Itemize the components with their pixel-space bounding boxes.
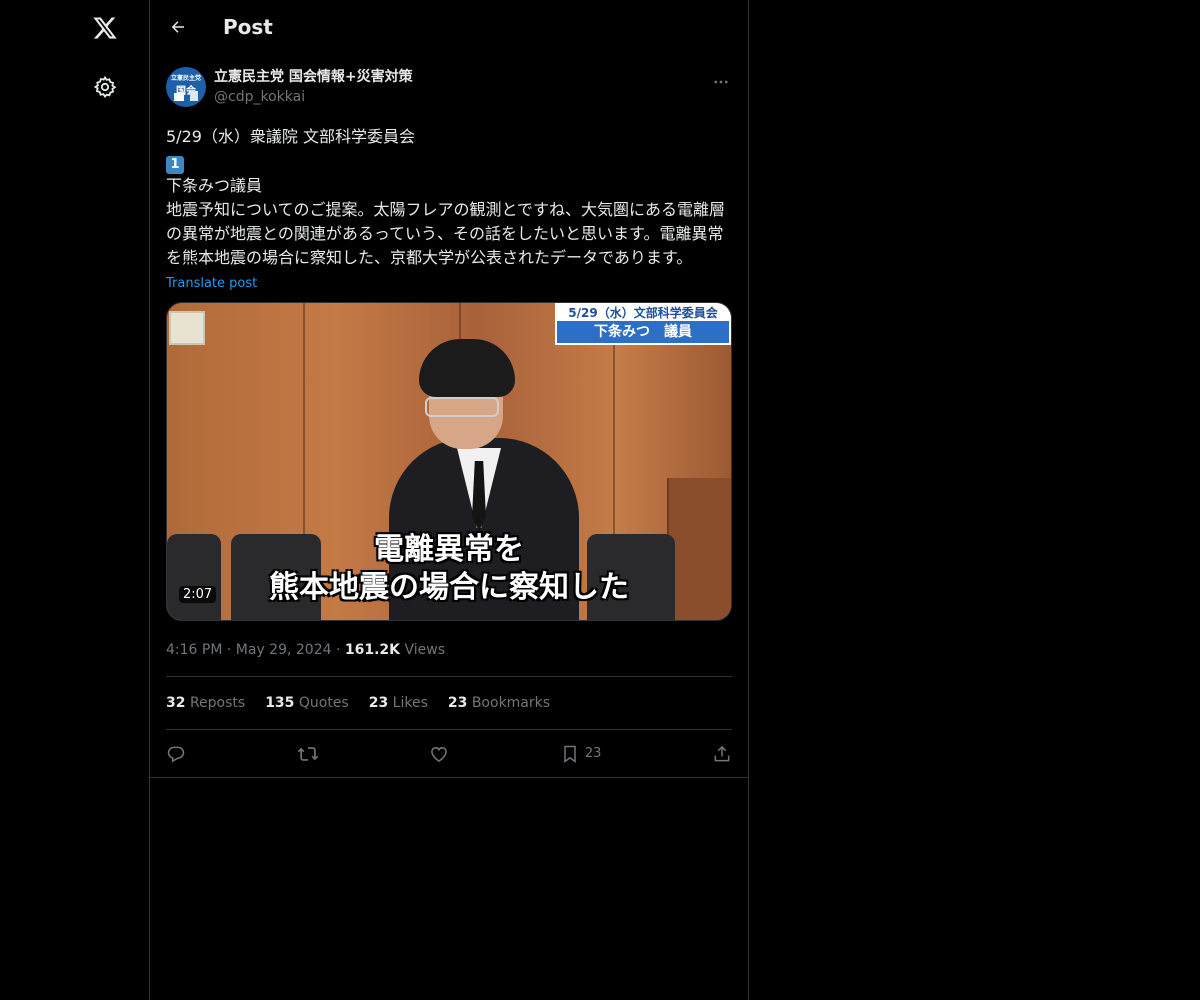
engagement-stats: 32 Reposts 135 Quotes 23 Likes 23 Bookma…	[166, 677, 732, 730]
post-date[interactable]: May 29, 2024	[236, 642, 332, 658]
post-text-line: 5/29（水）衆議院 文部科学委員会	[166, 127, 416, 146]
bookmarks-stat[interactable]: 23 Bookmarks	[448, 695, 550, 711]
meta-separator: ·	[335, 642, 341, 658]
subtitle-line: 熊本地震の場合に察知した	[269, 570, 629, 605]
bookmark-count: 23	[584, 746, 602, 761]
author-handle[interactable]: @cdp_kokkai	[214, 87, 413, 107]
like-button[interactable]	[429, 744, 449, 764]
video-player[interactable]: 5/29（水）文部科学委員会 下条みつ 議員 電離異常を 熊本地震の場合に察知し…	[166, 302, 732, 621]
avatar[interactable]: 立憲民主党 国会	[166, 67, 206, 107]
reply-bubble-icon	[167, 746, 185, 762]
views-label: Views	[404, 642, 446, 658]
more-options-button[interactable]	[704, 65, 738, 99]
views-count: 161.2K	[344, 642, 401, 658]
keycap-one-emoji: 1	[166, 156, 184, 174]
author-row: 立憲民主党 国会 立憲民主党 国会情報+災害対策 @cdp_kokkai	[166, 65, 732, 109]
repost-arrows-icon	[297, 746, 318, 761]
banner-speaker-text: 下条みつ 議員	[594, 324, 692, 340]
wall-outlet-image	[169, 311, 205, 345]
post-meta: 4:16 PM · May 29, 2024 · 161.2K Views	[166, 640, 732, 677]
speaker-glasses-image	[425, 397, 499, 417]
repost-button[interactable]	[297, 743, 319, 765]
action-bar: 23	[150, 730, 748, 778]
post-text-paragraph: 地震予知についてのご提案。太陽フレアの観測とですね、大気圏にある電離層の異常が地…	[166, 200, 726, 267]
left-navigation	[0, 0, 149, 1000]
x-logo-icon[interactable]	[82, 5, 128, 51]
bookmark-button[interactable]: 23	[560, 744, 602, 764]
speaker-hair-image	[419, 339, 515, 397]
post-text-line: 下条みつ議員	[166, 176, 263, 195]
video-name-banner: 5/29（水）文部科学委員会 下条みつ 議員	[555, 303, 731, 345]
share-upload-icon	[714, 745, 730, 761]
page-header: Post	[150, 0, 748, 53]
author-display-name[interactable]: 立憲民主党 国会情報+災害対策	[214, 67, 413, 87]
share-button[interactable]	[712, 744, 732, 764]
reposts-stat[interactable]: 32 Reposts	[166, 695, 245, 711]
subtitle-line: 電離異常を	[374, 532, 524, 567]
avatar-building-shape	[190, 91, 198, 101]
author-names: 立憲民主党 国会情報+災害対策 @cdp_kokkai	[214, 67, 413, 107]
post-detail: 立憲民主党 国会 立憲民主党 国会情報+災害対策 @cdp_kokkai 5/2…	[150, 65, 748, 778]
back-button[interactable]	[160, 9, 196, 45]
post-text: 5/29（水）衆議院 文部科学委員会 1 下条みつ議員 地震予知についてのご提案…	[166, 125, 732, 270]
translate-post-link[interactable]: Translate post	[166, 276, 257, 291]
video-subtitle: 電離異常を 熊本地震の場合に察知した	[167, 531, 731, 607]
video-duration-badge: 2:07	[179, 586, 217, 603]
reply-button[interactable]	[166, 744, 186, 764]
bookmark-icon	[564, 745, 576, 763]
avatar-logo-text: 立憲民主党	[170, 75, 201, 82]
meta-separator: ·	[226, 642, 232, 658]
post-time[interactable]: 4:16 PM	[166, 642, 222, 658]
avatar-house-shape	[174, 93, 184, 101]
quotes-stat[interactable]: 135 Quotes	[265, 695, 349, 711]
main-column: Post 立憲民主党 国会 立憲民主党 国会情報+災害対策 @cdp_kokka…	[149, 0, 749, 1000]
page-title: Post	[223, 14, 273, 39]
more-dots-icon	[714, 80, 728, 84]
likes-stat[interactable]: 23 Likes	[369, 695, 428, 711]
heart-icon	[431, 746, 448, 762]
banner-session-text: 5/29（水）文部科学委員会	[557, 305, 729, 321]
settings-gear-icon[interactable]	[82, 64, 128, 110]
